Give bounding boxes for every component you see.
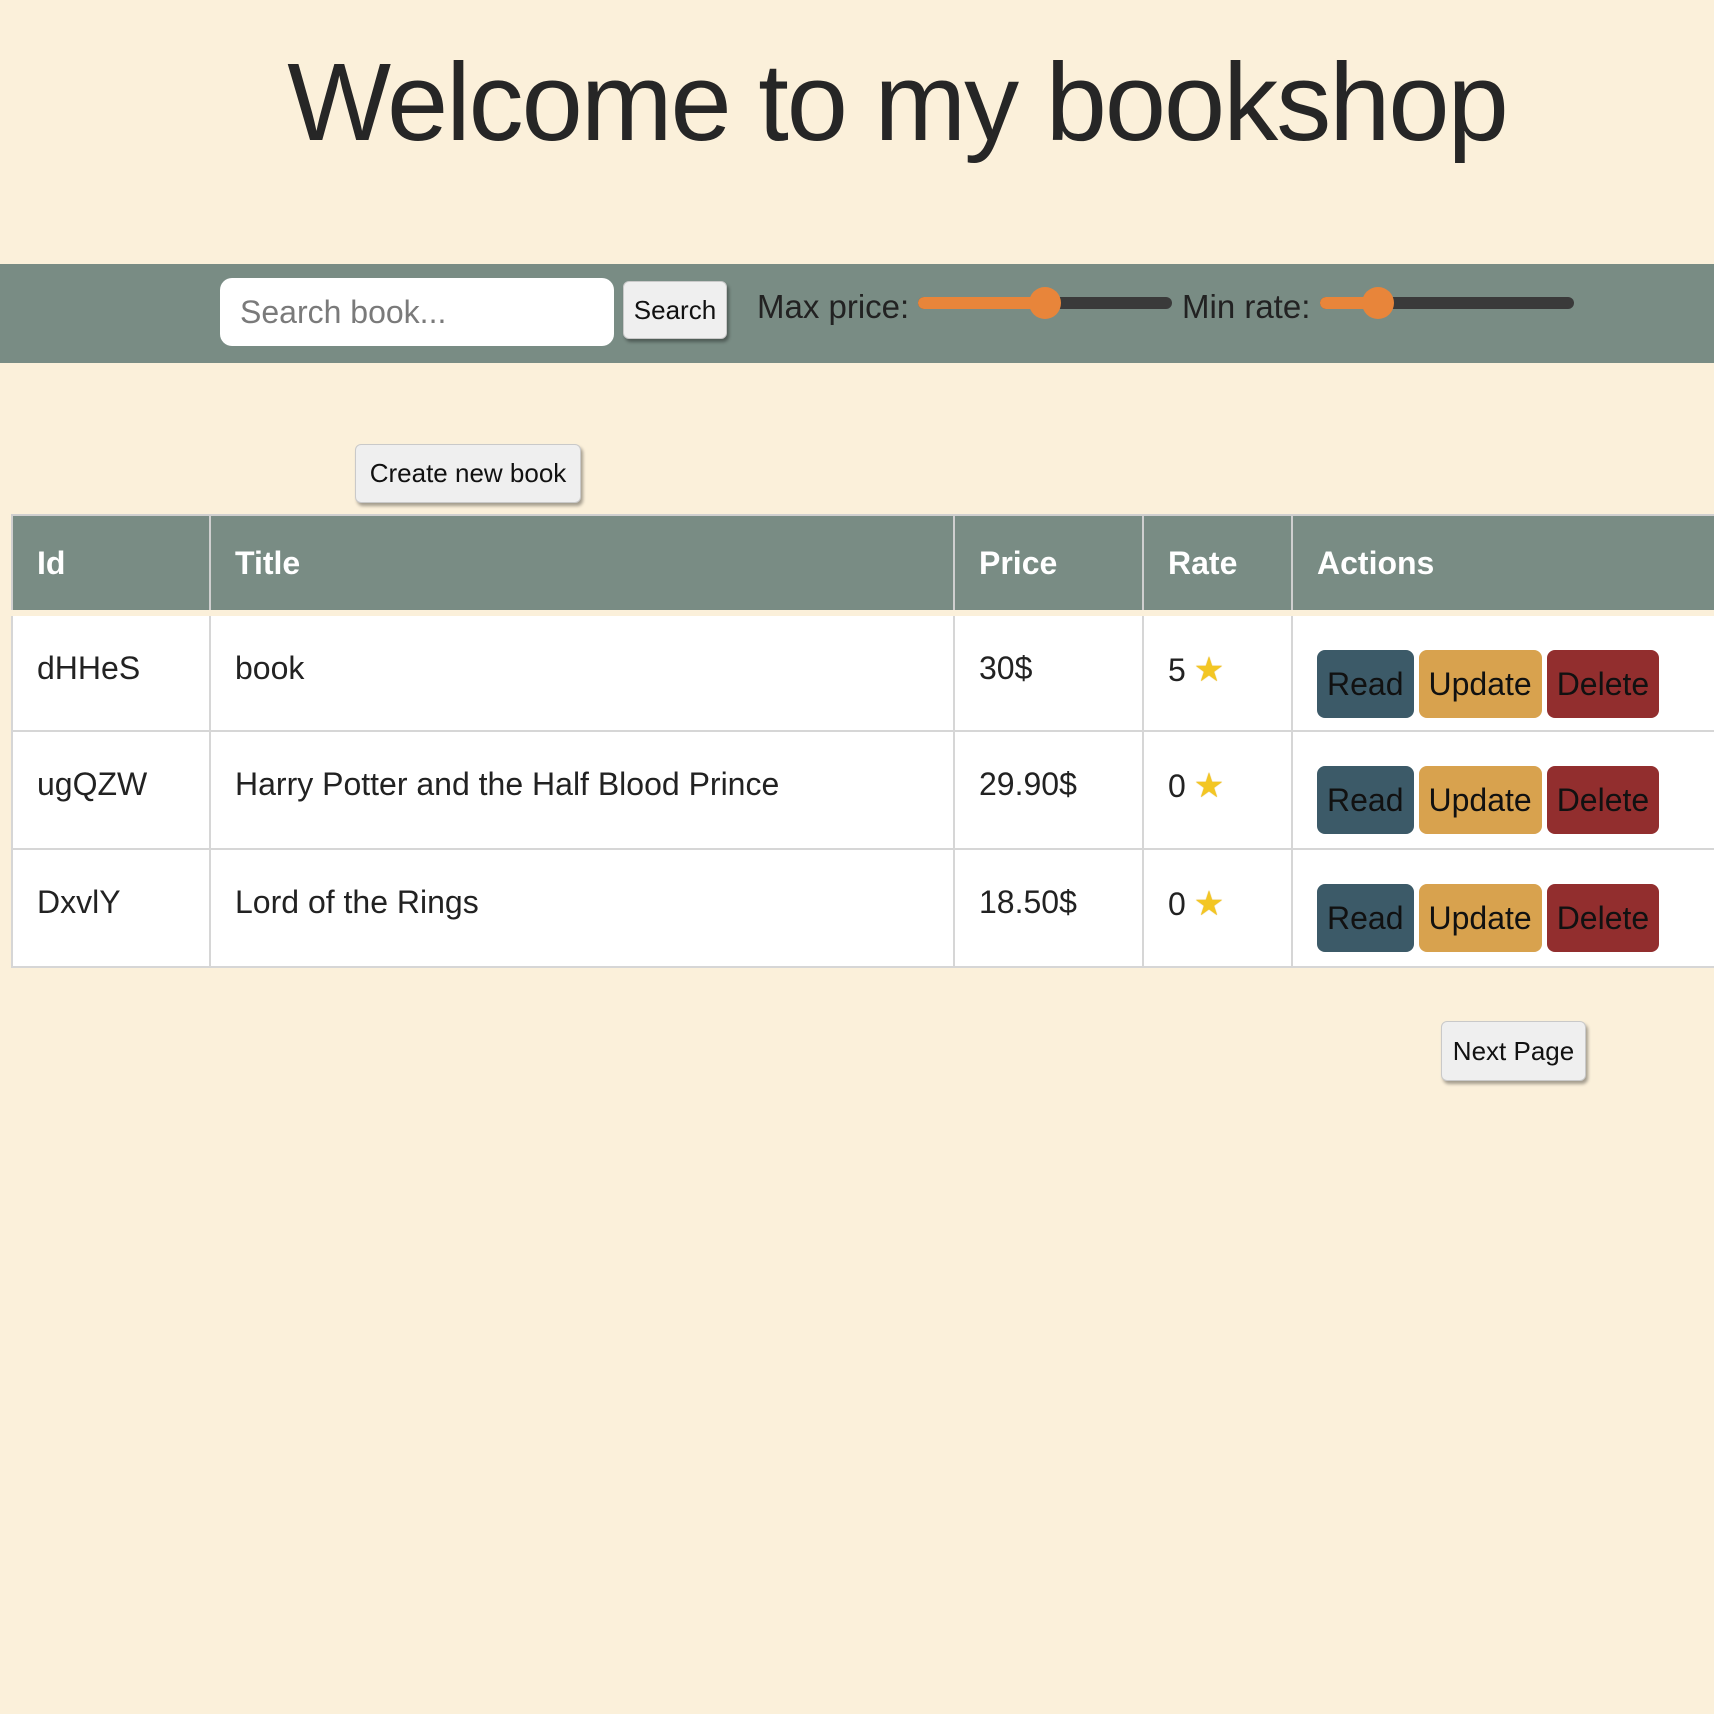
table-header-row: Id Title Price Rate Actions [11,514,1714,614]
delete-button[interactable]: Delete [1546,650,1660,718]
book-rate: 0 ★ [1142,848,1293,968]
row-actions: Read Update Delete [1291,612,1714,732]
min-rate-slider-thumb[interactable] [1362,287,1395,319]
search-input[interactable] [220,278,614,346]
max-price-label: Max price: [757,288,910,325]
delete-button[interactable]: Delete [1546,884,1660,952]
page-title: Welcome to my bookshop [287,41,1509,164]
read-button[interactable]: Read [1317,766,1414,834]
read-button[interactable]: Read [1317,650,1414,718]
book-title: book [209,612,955,732]
rate-value: 0 [1168,886,1186,922]
next-page-button[interactable]: Next Page [1441,1021,1586,1081]
row-actions: Read Update Delete [1291,848,1714,968]
star-icon: ★ [1193,651,1225,689]
update-button[interactable]: Update [1418,766,1542,834]
read-button[interactable]: Read [1317,884,1414,952]
column-header-actions: Actions [1291,514,1714,614]
max-price-slider[interactable] [918,287,1172,319]
update-button[interactable]: Update [1418,884,1542,952]
book-price: 30$ [953,612,1144,732]
row-actions: Read Update Delete [1291,730,1714,850]
delete-button[interactable]: Delete [1546,766,1660,834]
min-rate-slider[interactable] [1320,287,1574,319]
column-header-id: Id [11,514,211,614]
max-price-slider-fill [918,297,1045,309]
column-header-title: Title [209,514,955,614]
book-title: Lord of the Rings [209,848,955,968]
column-header-rate: Rate [1142,514,1293,614]
book-title: Harry Potter and the Half Blood Prince [209,730,955,850]
filter-toolbar: Search Max price: Min rate: [0,264,1714,363]
table-row: ugQZW Harry Potter and the Half Blood Pr… [11,730,1714,850]
rate-value: 5 [1168,652,1186,688]
update-button[interactable]: Update [1418,650,1542,718]
books-table: Id Title Price Rate Actions dHHeS book 3… [11,514,1714,968]
rate-value: 0 [1168,768,1186,804]
column-header-price: Price [953,514,1144,614]
search-button[interactable]: Search [623,281,727,339]
star-icon: ★ [1193,767,1225,805]
book-id: ugQZW [11,730,211,850]
star-icon: ★ [1193,885,1225,923]
book-id: DxvlY [11,848,211,968]
table-row: dHHeS book 30$ 5 ★ Read Update Delete [11,612,1714,732]
book-price: 18.50$ [953,848,1144,968]
max-price-slider-thumb[interactable] [1029,287,1061,319]
book-id: dHHeS [11,612,211,732]
table-row: DxvlY Lord of the Rings 18.50$ 0 ★ Read Up… [11,848,1714,968]
book-rate: 0 ★ [1142,730,1293,850]
create-book-button[interactable]: Create new book [355,444,581,503]
book-rate: 5 ★ [1142,612,1293,732]
min-rate-label: Min rate: [1182,288,1311,325]
book-price: 29.90$ [953,730,1144,850]
